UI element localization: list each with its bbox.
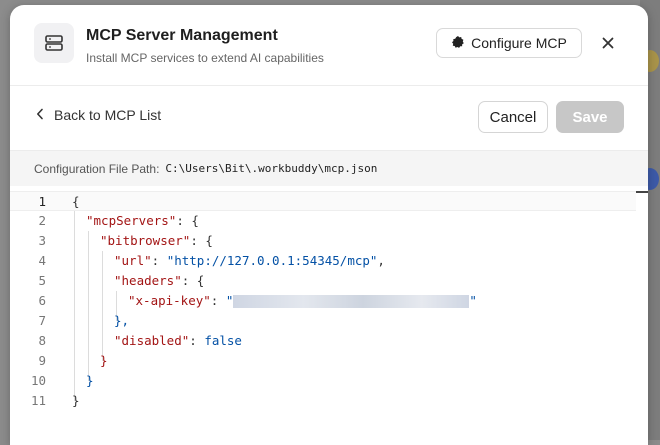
- code-line: 8 "disabled": false: [10, 331, 636, 351]
- line-number: 3: [38, 233, 46, 248]
- config-path-label: Configuration File Path:: [34, 161, 160, 176]
- back-to-list-link[interactable]: Back to MCP List: [36, 107, 161, 123]
- line-number: 11: [30, 393, 46, 408]
- code-text: "disabled": false: [114, 333, 242, 348]
- config-path-bar: Configuration File Path: C:\Users\Bit\.w…: [10, 150, 648, 186]
- code-text: {: [72, 194, 80, 209]
- line-number: 7: [38, 313, 46, 328]
- config-path-value: C:\Users\Bit\.workbuddy\mcp.json: [165, 162, 378, 175]
- line-number: 1: [38, 194, 46, 209]
- code-line: 5 "headers": {: [10, 271, 636, 291]
- line-number: 5: [38, 273, 46, 288]
- code-line: 4 "url": "http://127.0.0.1:54345/mcp",: [10, 251, 636, 271]
- code-line: 6 "x-api-key": " ": [10, 291, 636, 311]
- code-text: },: [114, 313, 130, 328]
- dialog-header: MCP Server Management Install MCP servic…: [10, 5, 648, 86]
- configure-mcp-label: Configure MCP: [471, 35, 567, 51]
- code-text: }: [72, 393, 80, 408]
- line-number: 8: [38, 333, 46, 348]
- cancel-button[interactable]: Cancel: [478, 101, 548, 133]
- json-editor[interactable]: 1 { 2 "mcpServers": { 3 "bitbrowser": { …: [10, 191, 636, 445]
- chevron-left-icon: [36, 107, 44, 123]
- code-line: 9 }: [10, 351, 636, 371]
- code-text: "bitbrowser": {: [100, 233, 213, 248]
- line-number: 4: [38, 253, 46, 268]
- line-number: 9: [38, 353, 46, 368]
- code-line: 2 "mcpServers": {: [10, 211, 636, 231]
- code-text: "headers": {: [114, 273, 205, 288]
- code-text: }: [86, 373, 94, 388]
- dialog-subtitle: Install MCP services to extend AI capabi…: [86, 51, 324, 65]
- code-text: "mcpServers": {: [86, 213, 199, 228]
- dialog-title: MCP Server Management: [86, 27, 278, 44]
- line-number: 6: [38, 293, 46, 308]
- gear-icon: [451, 35, 465, 52]
- code-text: "x-api-key": " ": [128, 293, 477, 308]
- mcp-management-dialog: MCP Server Management Install MCP servic…: [10, 5, 648, 445]
- configure-mcp-button[interactable]: Configure MCP: [436, 28, 582, 58]
- back-label: Back to MCP List: [54, 107, 162, 123]
- code-line: 1 {: [10, 191, 636, 211]
- code-line: 7 },: [10, 311, 636, 331]
- server-icon: [34, 23, 74, 63]
- line-number: 10: [30, 373, 46, 388]
- code-text: }: [100, 353, 108, 368]
- close-icon[interactable]: [597, 32, 619, 54]
- redacted-api-key: [233, 295, 470, 308]
- code-line: 10 }: [10, 371, 636, 391]
- save-button[interactable]: Save: [556, 101, 624, 133]
- scrollbar-marker[interactable]: [636, 191, 648, 193]
- code-line: 3 "bitbrowser": {: [10, 231, 636, 251]
- line-number: 2: [38, 213, 46, 228]
- code-line: 11 }: [10, 391, 636, 411]
- code-text: "url": "http://127.0.0.1:54345/mcp",: [114, 253, 385, 268]
